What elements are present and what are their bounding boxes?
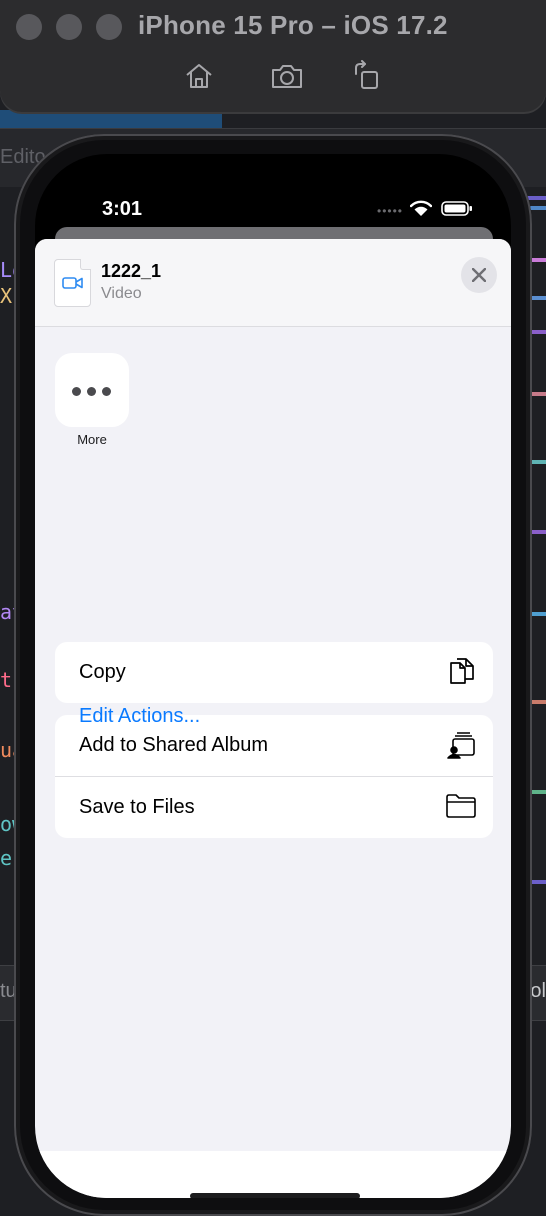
file-thumbnail: [54, 259, 91, 307]
window-title: iPhone 15 Pro – iOS 17.2: [138, 10, 448, 40]
more-apps-label: More: [77, 432, 107, 447]
file-name: 1222_1: [101, 261, 162, 281]
ellipsis-icon: [72, 387, 81, 396]
close-icon: [472, 268, 486, 282]
folder-icon: [445, 792, 477, 825]
file-type: Video: [101, 285, 142, 302]
debug-area-label-right: ol: [530, 980, 546, 1002]
save-to-files-label: Save to Files: [79, 796, 195, 818]
selected-tab-highlight: [0, 110, 222, 128]
iphone-device-frame: 3:01 ••••• 1222_1 Video More Copy Add to…: [14, 134, 532, 1216]
screenshot-icon[interactable]: [270, 60, 302, 92]
bottom-bar: [35, 1151, 511, 1198]
shared-album-icon: [447, 730, 477, 765]
home-indicator[interactable]: [190, 1193, 360, 1198]
zoom-window-button[interactable]: [96, 14, 122, 40]
share-sheet: 1222_1 Video More Copy Add to Shared Alb…: [35, 239, 511, 1198]
minimize-window-button[interactable]: [56, 14, 82, 40]
add-to-shared-album-label: Add to Shared Album: [79, 734, 269, 756]
copy-action-label: Copy: [79, 661, 126, 683]
copy-icon: [447, 657, 477, 694]
simulator-titlebar: iPhone 15 Pro – iOS 17.2: [0, 0, 546, 112]
status-time: 3:01: [102, 198, 143, 220]
wifi-icon: [409, 200, 433, 221]
video-icon: [62, 277, 83, 289]
device-screen: 3:01 ••••• 1222_1 Video More Copy Add to…: [35, 154, 511, 1198]
save-to-files-action[interactable]: Save to Files: [55, 776, 493, 838]
ellipsis-icon-dot: [102, 387, 111, 396]
more-apps-button[interactable]: [55, 353, 129, 427]
edit-actions-link[interactable]: Edit Actions...: [79, 705, 200, 728]
close-window-button[interactable]: [16, 14, 42, 40]
action-group-copy: Copy: [55, 642, 493, 703]
rotate-icon[interactable]: [352, 60, 384, 92]
ellipsis-icon-dot: [87, 387, 96, 396]
cellular-signal-icon: •••••: [377, 204, 404, 218]
minimap-line: [526, 196, 546, 200]
battery-icon: [441, 201, 473, 221]
action-group-files: Add to Shared Album Save to Files: [55, 715, 493, 838]
home-icon[interactable]: [183, 60, 215, 92]
close-button[interactable]: [461, 257, 497, 293]
code-fragment: t: [0, 668, 13, 692]
copy-action[interactable]: Copy: [55, 642, 493, 703]
share-sheet-header: 1222_1 Video: [35, 239, 511, 327]
